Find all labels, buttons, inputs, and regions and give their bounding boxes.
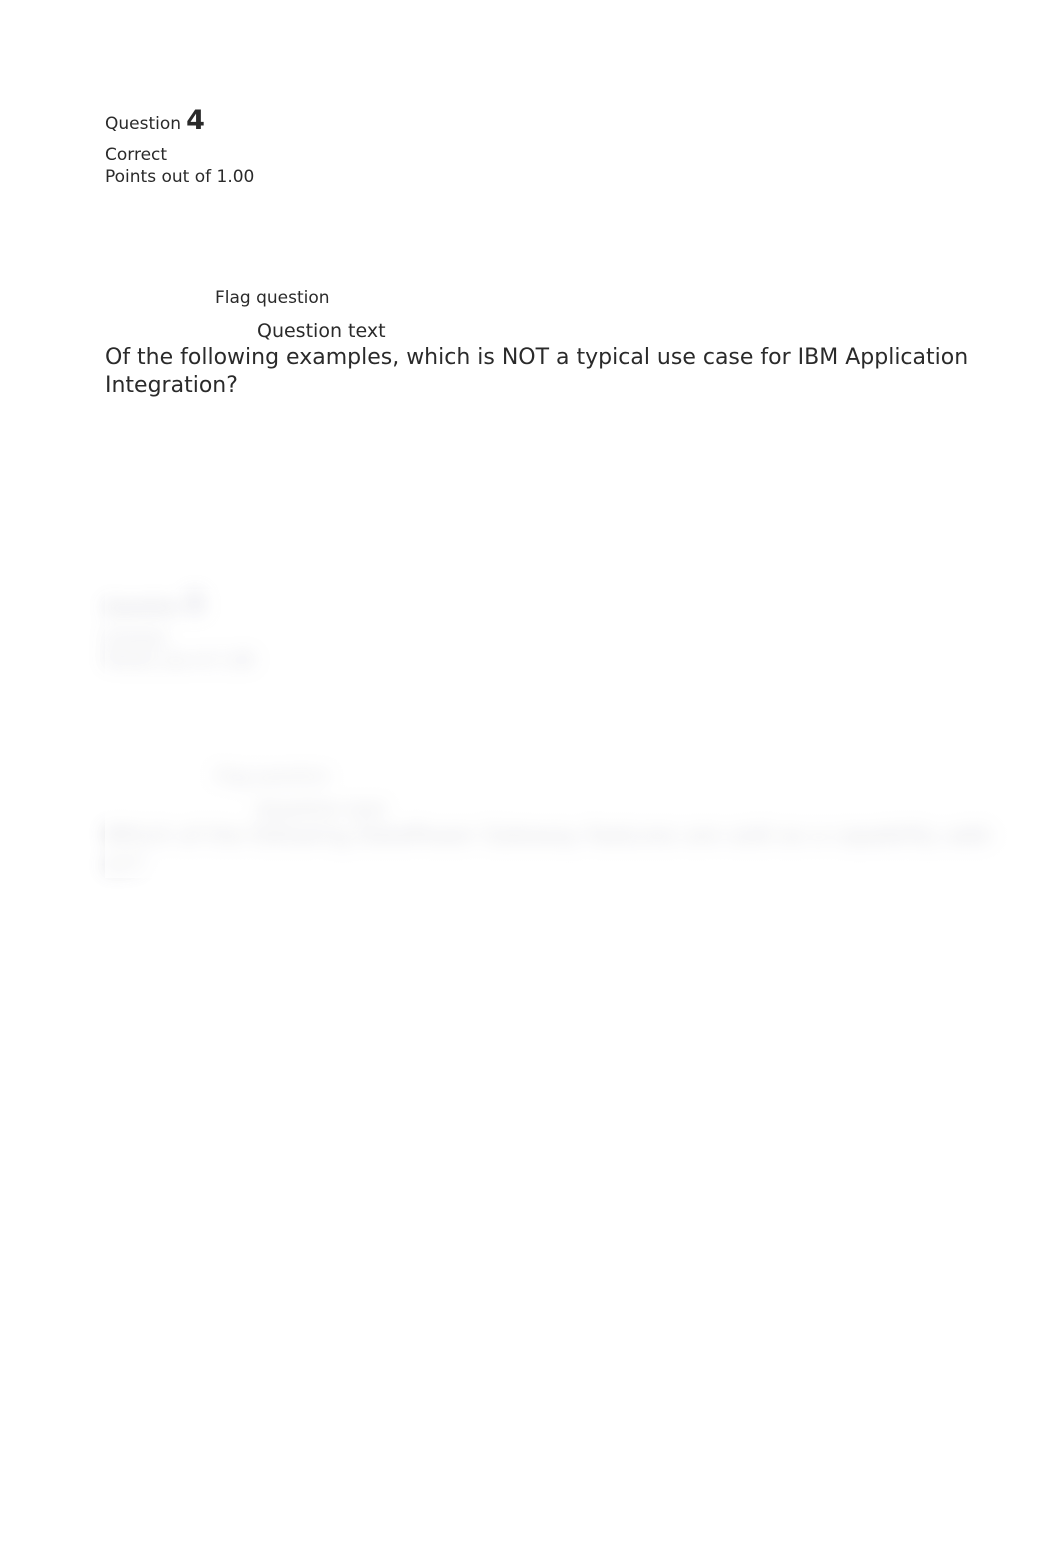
- question-points: Points out of 1.00: [105, 166, 1022, 188]
- question-number: 4: [186, 105, 205, 136]
- blurred-question-points: Points out of 1.00: [105, 650, 1022, 672]
- blurred-question-label: Question: [105, 598, 181, 618]
- blurred-question-header: Question 5: [105, 589, 1022, 628]
- flag-question-link[interactable]: Flag question: [215, 288, 1022, 308]
- blurred-question-text-heading: Question text: [257, 799, 1022, 821]
- question-text-heading: Question text: [257, 320, 1022, 342]
- blurred-question-text-body: Which of the following DataPower Gateway…: [105, 823, 1022, 878]
- question-block-4: Question 4 Correct Points out of 1.00 Fl…: [0, 0, 1062, 918]
- question-label: Question: [105, 114, 181, 134]
- question-text-body: Of the following examples, which is NOT …: [105, 344, 1022, 399]
- blurred-question-number: 5: [186, 589, 205, 620]
- blurred-question-status: Correct: [105, 628, 1022, 650]
- question-block-5-blurred: Question 5 Correct Points out of 1.00 Fl…: [105, 589, 1022, 878]
- question-header: Question 4: [105, 105, 1022, 136]
- blurred-flag-question: Flag question: [215, 767, 1022, 787]
- question-status: Correct: [105, 144, 1022, 166]
